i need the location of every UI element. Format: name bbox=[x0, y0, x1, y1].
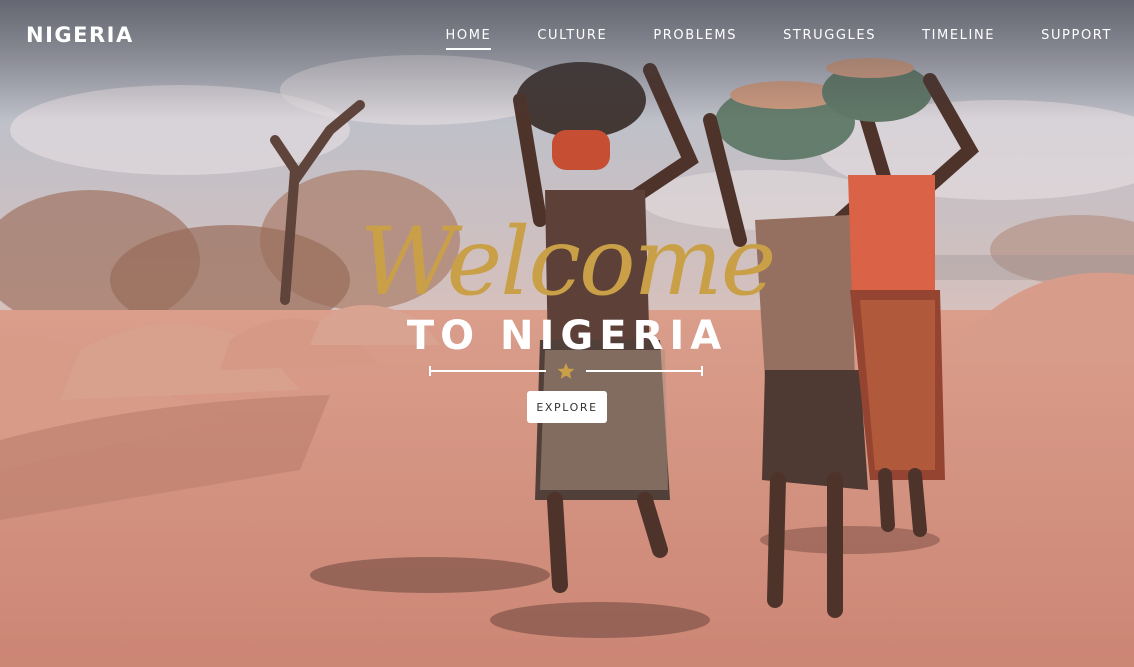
nav-timeline[interactable]: TIMELINE bbox=[922, 28, 995, 50]
nav-struggles[interactable]: STRUGGLES bbox=[783, 28, 876, 50]
star-icon bbox=[557, 363, 575, 379]
nav-problems[interactable]: PROBLEMS bbox=[653, 28, 737, 50]
hero-subtitle: TO NIGERIA bbox=[406, 313, 728, 359]
hero-welcome-script: Welcome bbox=[359, 208, 777, 317]
nav-culture[interactable]: CULTURE bbox=[537, 28, 607, 50]
hero-section: NIGERIA HOME CULTURE PROBLEMS STRUGGLES … bbox=[0, 0, 1134, 667]
hero-divider bbox=[429, 363, 703, 379]
explore-button[interactable]: EXPLORE bbox=[527, 391, 607, 423]
nav-support[interactable]: SUPPORT bbox=[1041, 28, 1112, 50]
site-logo[interactable]: NIGERIA bbox=[26, 23, 134, 47]
navbar: NIGERIA HOME CULTURE PROBLEMS STRUGGLES … bbox=[0, 0, 1134, 72]
main-nav: HOME CULTURE PROBLEMS STRUGGLES TIMELINE… bbox=[400, 28, 1112, 50]
nav-home[interactable]: HOME bbox=[445, 28, 492, 50]
